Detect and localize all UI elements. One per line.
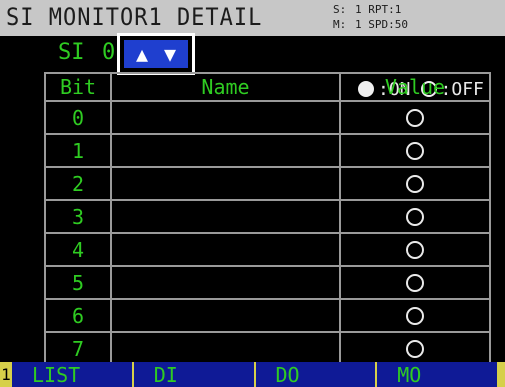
off-indicator-icon — [406, 175, 424, 194]
tab-mo[interactable]: MO — [375, 362, 497, 387]
table-row[interactable]: 6 — [44, 298, 491, 333]
page-number: 1 — [0, 362, 12, 387]
bit-number: 1 — [44, 133, 112, 168]
column-header-value: Value — [339, 72, 491, 102]
off-indicator-icon — [406, 274, 424, 293]
tab-di[interactable]: DI — [131, 362, 254, 387]
off-indicator-icon — [406, 109, 424, 128]
bit-name — [110, 100, 341, 135]
bit-number: 6 — [44, 298, 112, 333]
table-row[interactable]: 1 — [44, 133, 491, 168]
tab-list[interactable]: LIST — [12, 362, 132, 387]
bit-number: 0 — [44, 100, 112, 135]
table-row[interactable]: 0 — [44, 100, 491, 135]
bit-name — [110, 232, 341, 267]
column-header-bit: Bit — [44, 72, 112, 102]
status-m-value: 1 SPD:50 — [355, 18, 408, 31]
down-arrow-icon[interactable]: ▼ — [158, 42, 182, 66]
off-indicator-icon — [406, 142, 424, 161]
status-m-label: M: — [333, 18, 347, 31]
tab-do[interactable]: DO — [253, 362, 376, 387]
page-arrow-selector[interactable]: ▲ ▼ — [117, 33, 195, 75]
bit-value — [339, 298, 491, 333]
bit-table: Bit Name Value 0 1 2 3 4 5 6 7 — [44, 72, 491, 366]
bit-name — [110, 331, 341, 366]
bit-name — [110, 166, 341, 201]
column-header-name: Name — [110, 72, 341, 102]
bit-number: 3 — [44, 199, 112, 234]
title-bar: SI MONITOR1 DETAIL S: 1 RPT:1 M: 1 SPD:5… — [0, 0, 505, 36]
status-s-value: 1 RPT:1 — [355, 3, 402, 16]
off-indicator-icon — [406, 307, 424, 326]
table-row[interactable]: 7 — [44, 331, 491, 366]
si-label: SI — [58, 40, 85, 65]
page-title: SI MONITOR1 DETAIL — [6, 4, 263, 32]
table-row[interactable]: 5 — [44, 265, 491, 300]
arrow-buttons: ▲ ▼ — [124, 40, 188, 68]
status-block: S: 1 RPT:1 M: 1 SPD:50 — [333, 3, 425, 31]
bit-name — [110, 199, 341, 234]
table-row[interactable]: 4 — [44, 232, 491, 267]
bit-number: 4 — [44, 232, 112, 267]
bit-value — [339, 166, 491, 201]
bit-number: 2 — [44, 166, 112, 201]
bit-value — [339, 331, 491, 366]
group-number: 0 — [102, 40, 116, 65]
off-indicator-icon — [406, 208, 424, 227]
bit-value — [339, 100, 491, 135]
table-row[interactable]: 3 — [44, 199, 491, 234]
footer-edge — [497, 362, 505, 387]
off-indicator-icon — [406, 241, 424, 260]
bit-name — [110, 265, 341, 300]
up-arrow-icon[interactable]: ▲ — [130, 42, 154, 66]
bit-value — [339, 199, 491, 234]
bit-value — [339, 133, 491, 168]
off-indicator-icon — [406, 340, 424, 359]
table-row[interactable]: 2 — [44, 166, 491, 201]
subheader: SI 0 :ON :OFF — [0, 36, 505, 100]
bit-name — [110, 133, 341, 168]
bit-value — [339, 265, 491, 300]
function-key-bar: 1 LIST DI DO MO — [0, 362, 505, 387]
table-header-row: Bit Name Value — [44, 72, 491, 102]
bit-number: 5 — [44, 265, 112, 300]
bit-value — [339, 232, 491, 267]
status-s-label: S: — [333, 3, 347, 16]
bit-name — [110, 298, 341, 333]
bit-number: 7 — [44, 331, 112, 366]
